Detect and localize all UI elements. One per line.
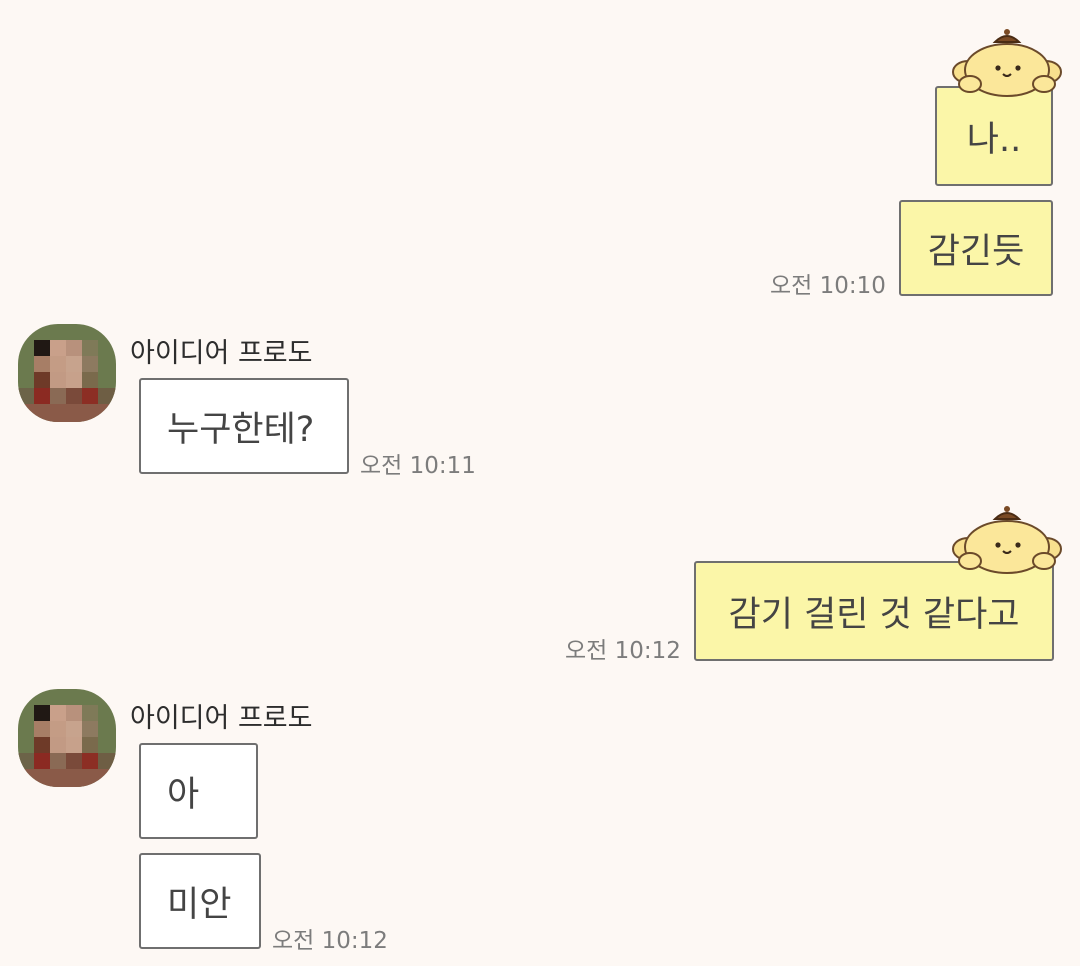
message-text: 미안 [167, 884, 232, 925]
incoming-message-bubble[interactable]: 누구한테? [139, 378, 349, 474]
sender-name: 아이디어 프로도 [130, 338, 313, 369]
incoming-message-bubble[interactable]: 미안 [139, 853, 261, 949]
message-timestamp: 오전 10:11 [360, 453, 476, 479]
message-text: 누구한테? [167, 409, 315, 450]
avatar[interactable] [18, 324, 116, 422]
outgoing-message-bubble[interactable]: 나.. [935, 86, 1053, 186]
message-timestamp: 오전 10:12 [272, 928, 388, 954]
sender-name: 아이디어 프로도 [130, 703, 313, 734]
avatar[interactable] [18, 689, 116, 787]
message-text: 감긴듯 [927, 231, 1025, 272]
incoming-message-bubble[interactable]: 아 [139, 743, 258, 839]
message-text: 나.. [966, 119, 1022, 160]
message-timestamp: 오전 10:10 [770, 273, 886, 299]
outgoing-message-bubble[interactable]: 감긴듯 [899, 200, 1053, 296]
pompompurin-character-icon [952, 506, 1062, 574]
message-text: 감기 걸린 것 같다고 [728, 594, 1020, 635]
message-timestamp: 오전 10:12 [565, 638, 681, 664]
message-text: 아 [167, 774, 200, 815]
pompompurin-character-icon [952, 29, 1062, 97]
